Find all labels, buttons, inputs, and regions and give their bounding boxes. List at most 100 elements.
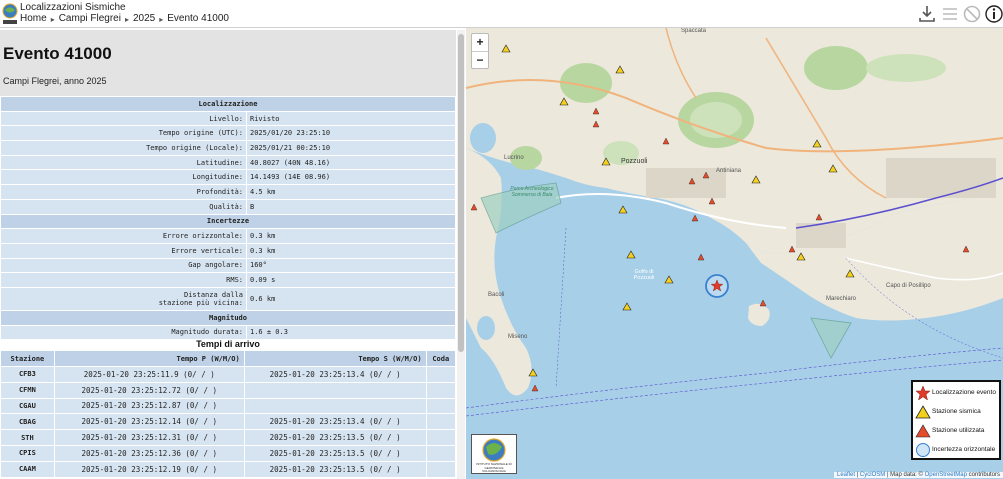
seismic-station-icon[interactable] <box>626 250 636 259</box>
used-station-icon[interactable] <box>702 171 710 179</box>
used-station-icon[interactable] <box>662 137 670 145</box>
p-time-cell: 2025-01-20 23:25:12.87 (0/ / ) <box>54 398 244 414</box>
cyclosm-link[interactable]: CyclOSM <box>860 472 885 478</box>
used-station-icon[interactable] <box>815 213 823 221</box>
no-filter-icon[interactable] <box>962 4 982 24</box>
seismic-station-icon[interactable] <box>751 175 761 184</box>
scrollbar[interactable] <box>457 30 465 479</box>
info-label: Errore verticale: <box>1 243 246 258</box>
column-header[interactable]: Stazione <box>1 351 54 366</box>
info-value: 1.6 ± 0.3 <box>247 325 455 340</box>
breadcrumb-separator-icon: ▸ <box>124 15 129 24</box>
osm-link[interactable]: OpenStreetMap <box>925 472 967 478</box>
station-cell: STH <box>1 430 54 445</box>
used-station-icon[interactable] <box>531 384 539 392</box>
coda-cell <box>426 398 455 414</box>
info-label: Latitudine: <box>1 155 246 170</box>
info-value: 4.5 km <box>247 185 455 199</box>
column-header[interactable]: Tempo S (W/M/O) <box>244 351 426 366</box>
info-value: 0.6 km <box>247 287 455 310</box>
legend-label: Stazione utilizzata <box>932 427 985 434</box>
seismic-station-icon[interactable] <box>796 252 806 261</box>
used-station-icon[interactable] <box>592 120 600 128</box>
ingv-logo-text: ISTITUTO NAZIONALE DI GEOFISICA E VULCAN… <box>476 462 512 473</box>
seismic-station-icon[interactable] <box>812 139 822 148</box>
yellow-triangle-icon <box>915 405 931 419</box>
breadcrumb-event: Evento 41000 <box>167 13 229 24</box>
info-value: 40.8027 (40N 48.16) <box>247 155 455 170</box>
zoom-out-button[interactable]: − <box>472 51 488 68</box>
section-header: Incertezze <box>1 214 455 229</box>
breadcrumb-separator-icon: ▸ <box>159 15 164 24</box>
used-station-icon[interactable] <box>788 245 796 253</box>
list-icon[interactable] <box>940 4 960 24</box>
breadcrumb-campi-flegrei[interactable]: Campi Flegrei <box>59 13 121 26</box>
seismic-station-icon[interactable] <box>615 65 625 74</box>
s-time-cell <box>244 398 426 414</box>
column-header[interactable]: Tempo P (W/M/O) <box>54 351 244 366</box>
seismic-station-icon[interactable] <box>601 157 611 166</box>
p-time-cell: 2025-01-20 23:25:11.9 (0/ / ) <box>54 367 244 382</box>
legend-item: Stazione utilizzata <box>913 422 1001 440</box>
used-station-icon[interactable] <box>759 299 767 307</box>
seismic-station-icon[interactable] <box>664 275 674 284</box>
coda-cell <box>426 430 455 445</box>
legend-item: Localizzazione evento <box>913 384 1001 402</box>
circle-icon <box>916 443 930 457</box>
seismic-station-icon[interactable] <box>501 44 511 53</box>
used-station-icon[interactable] <box>691 214 699 222</box>
used-station-icon[interactable] <box>592 107 600 115</box>
table-row: CBAG 2025-01-20 23:25:12.14 (0/ / ) 2025-0… <box>1 414 455 430</box>
seismic-station-icon[interactable] <box>528 368 538 377</box>
event-details-panel: Evento 41000 Campi Flegrei, anno 2025 Lo… <box>0 30 465 479</box>
s-time-cell: 2025-01-20 23:25:13.5 (0/ / ) <box>244 430 426 445</box>
table-row: STH 2025-01-20 23:25:12.31 (0/ / ) 2025-01… <box>1 430 455 445</box>
info-label: Livello: <box>1 111 246 126</box>
used-station-icon[interactable] <box>470 203 478 211</box>
seismic-station-icon[interactable] <box>622 302 632 311</box>
table-row: Profondità: 4.5 km <box>1 185 455 199</box>
seismic-station-icon[interactable] <box>828 164 838 173</box>
scrollbar-thumb[interactable] <box>458 34 464 352</box>
legend-label: Stazione sismica <box>932 408 981 415</box>
seismic-station-icon[interactable] <box>845 269 855 278</box>
info-value: 0.3 km <box>247 243 455 258</box>
info-icon[interactable] <box>984 4 1003 24</box>
coda-cell <box>426 382 455 398</box>
seismic-station-icon[interactable] <box>618 205 628 214</box>
used-station-icon[interactable] <box>697 253 705 261</box>
app-header: Localizzazioni Sismiche Home ▸ Campi Fle… <box>0 0 1003 28</box>
ingv-map-logo[interactable]: ISTITUTO NAZIONALE DI GEOFISICA E VULCAN… <box>471 434 517 474</box>
legend-item: Incertezza orizzontale <box>913 441 1001 459</box>
attribution-text: contributors <box>968 472 1000 478</box>
used-station-icon[interactable] <box>708 197 716 205</box>
station-cell: CFMN <box>1 382 54 398</box>
table-row: Longitudine: 14.1493 (14E 08.96) <box>1 170 455 185</box>
arrivals-title: Tempi di arrivo <box>196 339 260 349</box>
breadcrumb-home[interactable]: Home <box>20 13 47 26</box>
p-time-cell: 2025-01-20 23:25:12.14 (0/ / ) <box>54 414 244 430</box>
info-label: Tempo origine (UTC): <box>1 126 246 141</box>
event-subtitle: Campi Flegrei, anno 2025 <box>3 76 107 86</box>
column-header[interactable]: Coda <box>426 351 455 366</box>
map[interactable]: Spaccata Lucrino Pozzuoli Parco Archeolo… <box>466 28 1003 479</box>
arrivals-table: Stazione Tempo P (W/M/O) Tempo S (W/M/O)… <box>0 350 456 478</box>
used-station-icon[interactable] <box>688 177 696 185</box>
zoom-in-button[interactable]: + <box>472 34 488 51</box>
station-cell: CFB3 <box>1 367 54 382</box>
leaflet-link[interactable]: Leaflet <box>837 472 855 478</box>
seismic-station-icon[interactable] <box>559 97 569 106</box>
table-row: Errore verticale: 0.3 km <box>1 243 455 258</box>
info-value: Rivisto <box>247 111 455 126</box>
table-row: CGAU 2025-01-20 23:25:12.87 (0/ / ) <box>1 398 455 414</box>
p-time-cell: 2025-01-20 23:25:12.31 (0/ / ) <box>54 430 244 445</box>
info-label: Tempo origine (Locale): <box>1 141 246 155</box>
ingv-logo-icon[interactable] <box>2 2 18 26</box>
used-station-icon[interactable] <box>962 245 970 253</box>
zoom-control: + − <box>471 33 489 69</box>
download-icon[interactable] <box>917 4 937 24</box>
station-cell: CGAU <box>1 398 54 414</box>
s-time-cell: 2025-01-20 23:25:13.5 (0/ / ) <box>244 445 426 461</box>
red-triangle-icon <box>915 424 931 438</box>
breadcrumb-year[interactable]: 2025 <box>133 13 155 26</box>
